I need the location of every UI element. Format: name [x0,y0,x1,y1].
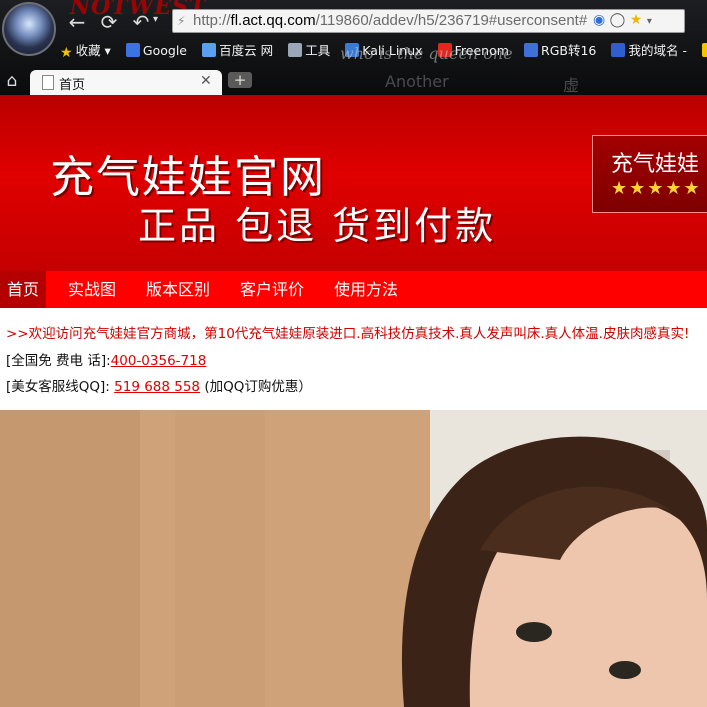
reload-icon[interactable]: ⟳ [96,9,122,35]
address-bar[interactable]: ⚡ http://fl.act.qq.com/119860/addev/h5/2… [172,9,685,33]
page-info-icon[interactable]: ⚡ [177,13,191,29]
bookmark-baidu-cloud[interactable]: 百度云 网 [202,40,273,62]
qq-label: [美女客服线QQ]: [6,379,115,395]
close-icon[interactable]: ✕ [200,73,212,89]
phone-link[interactable]: 400-0356-718 [111,353,207,369]
badge-text: 充气娃娃 [611,152,700,177]
phone-line: [全国免 费电 话]:400-0356-718 [6,349,206,369]
vi-icon [702,43,707,57]
star-icon: ★ [60,45,73,61]
url-path: /119860/addev/h5/236719#userconsent# [315,12,588,29]
cloud-icon [202,43,217,57]
tab-strip: ⌂ 首页 ✕ + [0,68,707,95]
shield-icon[interactable]: ◯ [610,12,626,28]
phone-label: [全国免 费电 话]: [6,353,111,369]
tab-home[interactable]: 首页 ✕ [30,70,222,95]
nav-item-reviews[interactable]: 客户评价 [240,271,304,308]
page-icon [42,75,54,90]
qq-link[interactable]: 519 688 558 [114,379,200,395]
welcome-marquee: >>欢迎访问充气娃娃官方商城，第10代充气娃娃原装进口.高科技仿真技术.真人发声… [6,326,690,342]
extension-icon[interactable]: ◉ [593,12,605,28]
undo-dropdown-icon[interactable]: ▾ [153,14,158,25]
nav-item-home[interactable]: 首页 [0,271,47,308]
back-icon[interactable]: ← [64,9,90,35]
bookmark-rgb[interactable]: RGB转16 [524,40,596,62]
skin-watermark: who is the queen one [340,44,513,63]
google-icon [125,43,140,57]
address-dropdown-icon[interactable]: ▾ [647,16,652,27]
site-nav: 首页 实战图 版本区别 客户评价 使用方法 [0,271,707,308]
domain-icon [611,43,626,57]
bookmark-favorites[interactable]: ★ 收藏 ▾ [60,40,111,62]
qq-line: [美女客服线QQ]: 519 688 558 (加QQ订购优惠） [6,375,312,395]
user-avatar[interactable] [2,2,56,56]
new-tab-button[interactable]: + [228,72,252,88]
address-url[interactable]: http://fl.act.qq.com/119860/addev/h5/236… [193,12,587,29]
bookmark-domain[interactable]: 我的域名 - [611,40,687,62]
home-icon[interactable]: ⌂ [2,71,22,91]
tab-title: 首页 [59,78,86,93]
url-domain: fl.act.qq.com [230,12,316,29]
product-photo [0,410,707,707]
bookmark-vi[interactable]: VI [702,40,707,62]
favorite-star-icon[interactable]: ★ [630,12,643,28]
banner-subtitle: 正品 包退 货到付款 [138,204,497,248]
bookmark-google[interactable]: Google [125,40,187,62]
address-bar-icons: ◉ ◯ ★ ▾ [593,12,652,28]
rgb-icon [524,43,539,57]
url-scheme: http:// [193,12,231,29]
undo-icon[interactable]: ↶ [128,9,154,35]
product-photo-illustration [0,410,707,707]
rating-stars: ★★★★★ [611,178,702,199]
site-banner: 充气娃娃官网 正品 包退 货到付款 充气娃娃 ★★★★★ [0,95,707,271]
bookmark-tools[interactable]: 工具 [288,40,330,62]
qq-note: (加QQ订购优惠） [200,379,312,395]
nav-item-photos[interactable]: 实战图 [68,271,116,308]
nav-item-usage[interactable]: 使用方法 [334,271,398,308]
nav-item-versions[interactable]: 版本区别 [146,271,210,308]
browser-chrome: NOTWEST ← ⟳ ↶ ▾ ⚡ http://fl.act.qq.com/1… [0,0,707,95]
banner-badge: 充气娃娃 ★★★★★ [592,135,707,213]
folder-icon [288,43,303,57]
